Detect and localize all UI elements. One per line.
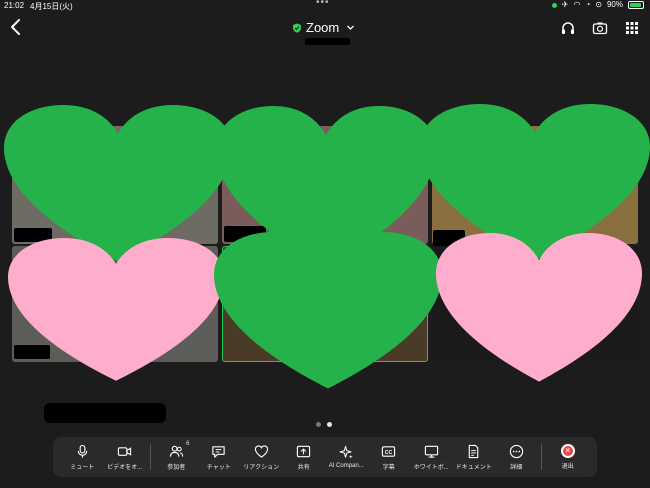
share-icon bbox=[297, 445, 311, 457]
video-camera-icon bbox=[118, 446, 132, 456]
whiteboard-button[interactable]: ホワイトボ... bbox=[410, 437, 453, 477]
privacy-heart-overlay bbox=[214, 232, 442, 389]
microphone-icon bbox=[77, 444, 88, 458]
svg-text:CC: CC bbox=[385, 449, 393, 455]
reaction-heart-icon bbox=[254, 444, 268, 458]
share-screen-button[interactable]: 共有 bbox=[282, 437, 325, 477]
leave-icon: × bbox=[560, 444, 575, 458]
privacy-heart-overlay bbox=[8, 238, 224, 381]
ai-companion-button[interactable]: AI Compan... bbox=[325, 437, 368, 477]
toolbar-divider bbox=[541, 444, 543, 470]
chat-button[interactable]: チャット bbox=[197, 437, 240, 477]
captions-button[interactable]: CC 字幕 bbox=[367, 437, 410, 477]
chat-icon bbox=[212, 445, 225, 458]
video-gallery bbox=[0, 0, 650, 488]
privacy-heart-overlay bbox=[436, 233, 642, 382]
document-icon bbox=[468, 444, 479, 458]
more-button[interactable]: 詳細 bbox=[495, 437, 538, 477]
whiteboard-icon bbox=[424, 445, 438, 458]
more-icon bbox=[509, 444, 523, 458]
video-toggle-button[interactable]: ビデオをオ... bbox=[104, 437, 147, 477]
gallery-page-indicator[interactable] bbox=[316, 422, 332, 427]
participants-button[interactable]: 6 参加者 bbox=[155, 437, 198, 477]
mute-button[interactable]: ミュート bbox=[61, 437, 104, 477]
page-dot-current[interactable] bbox=[327, 422, 332, 427]
documents-button[interactable]: ドキュメント bbox=[452, 437, 495, 477]
page-dot[interactable] bbox=[316, 422, 321, 427]
redacted-text bbox=[44, 403, 166, 423]
meeting-toolbar: ミュート ビデオをオ... 6 参加者 チャット リアクション 共有 AI Co… bbox=[53, 437, 597, 477]
toolbar-divider bbox=[150, 444, 151, 470]
participant-count-badge: 6 bbox=[186, 441, 190, 447]
leave-meeting-button[interactable]: × 退出 bbox=[546, 437, 589, 477]
reactions-button[interactable]: リアクション bbox=[240, 437, 283, 477]
ai-sparkle-icon bbox=[339, 445, 353, 459]
participants-icon bbox=[169, 445, 183, 457]
captions-icon: CC bbox=[382, 445, 396, 457]
